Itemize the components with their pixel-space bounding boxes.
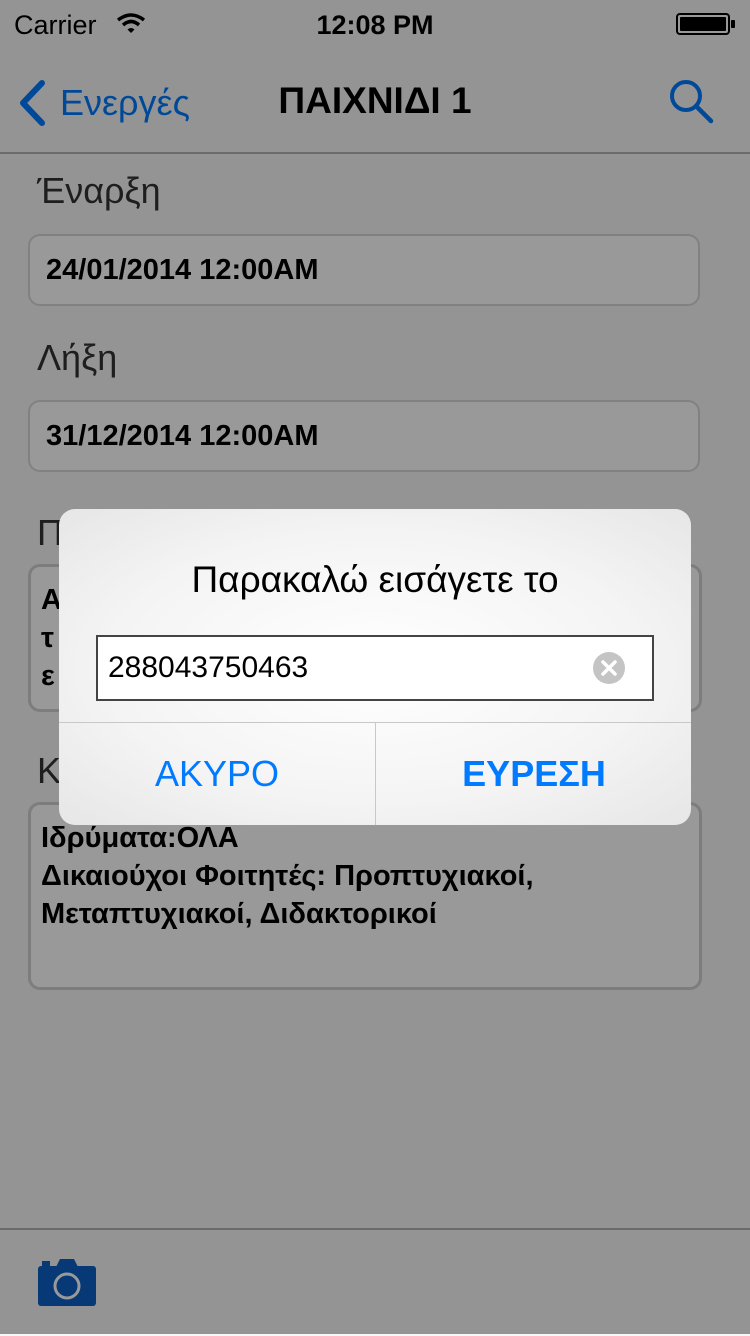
- alert-title: Παρακαλώ εισάγετε το: [191, 559, 559, 600]
- clear-icon[interactable]: [592, 651, 626, 685]
- find-button[interactable]: ΕΥΡΕΣΗ: [376, 723, 691, 825]
- search-alert-dialog: Παρακαλώ εισάγετε το 288043750463 ΑΚΥΡΟ …: [59, 509, 691, 825]
- cancel-button[interactable]: ΑΚΥΡΟ: [59, 723, 375, 825]
- code-input[interactable]: 288043750463: [96, 635, 654, 701]
- code-input-value: 288043750463: [108, 651, 309, 684]
